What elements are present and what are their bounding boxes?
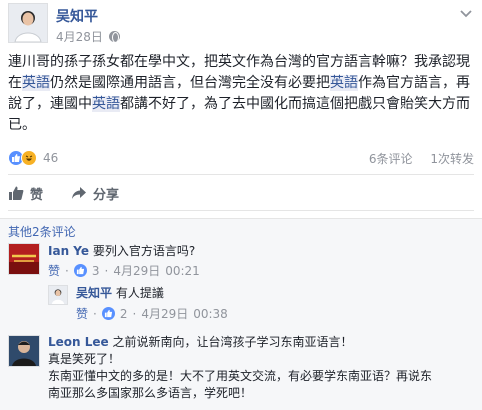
reply-like-button[interactable]: 赞 [76,305,88,322]
like-reaction-icon [101,307,115,320]
comment-body: Leon Lee 之前说新南向，让台湾孩子学习东南亚语言！ 真是笑死了！ 东南亚… [48,334,476,402]
hashtag-link[interactable]: 英語 [22,75,50,91]
like-button[interactable]: 赞 [8,180,43,206]
reply-text: 有人提議 [115,286,164,300]
reply-avatar[interactable] [48,285,68,305]
comment-text-line: 东南亚懂中文的多的是！大不了用英文交流，有必要学东南亚语？再说东 [48,369,433,383]
share-label: 分享 [93,187,120,203]
commenter-avatar[interactable] [8,243,40,275]
comment-date[interactable]: 4月29日 [113,262,160,279]
reply-like-count[interactable]: 2 [120,307,128,321]
author-avatar[interactable] [8,3,48,43]
post-stats: 46 6条评论 1次转发 [8,150,474,170]
chevron-down-icon[interactable] [460,10,472,18]
reply-time: 00:38 [193,306,228,321]
hashtag-link[interactable]: 英語 [92,96,120,112]
post-actions: 赞 分享 [8,180,119,206]
divider [8,210,474,211]
comments-section: 其他2条评论 Ian Ye 要列入官方语言吗? 赞 · 3 · 4月29日 00… [0,218,482,410]
post-text: 連川哥的孫子孫女都在學中文，把英文作為台灣的官方語言幹嘛？我承認現在英語仍然是國… [8,54,470,133]
comment-like-button[interactable]: 赞 [48,262,60,279]
reaction-count: 46 [43,151,59,165]
post-author[interactable]: 吴知平 [56,6,98,26]
comment-like-count[interactable]: 3 [92,264,100,278]
hashtag-link[interactable]: 英語 [330,75,358,91]
divider [8,174,474,175]
reactions-summary[interactable]: 46 [8,150,58,166]
comment-count[interactable]: 6条评论 [369,152,413,166]
reply-body: 吴知平 有人提議 [76,285,164,302]
comment-author[interactable]: Ian Ye [48,244,89,258]
comment-meta: 赞 · 3 · 4月29日 00:21 [48,262,200,279]
comment-time: 00:21 [165,263,200,278]
haha-reaction-icon [21,150,37,166]
reply-date[interactable]: 4月29日 [141,305,188,322]
reply-author[interactable]: 吴知平 [76,286,112,300]
comment-author[interactable]: Leon Lee [48,335,109,349]
thumbs-up-icon [9,186,24,200]
reply-meta: 赞 · 2 · 4月29日 00:38 [76,305,228,322]
commenter-avatar[interactable] [8,335,40,367]
share-button[interactable]: 分享 [71,180,119,206]
more-comments-link[interactable]: 其他2条评论 [8,223,76,240]
comment-text-line: 之前说新南向，让台湾孩子学习东南亚语言！ [112,335,353,349]
like-reaction-icon [73,264,87,277]
comment-text-line: 真是笑死了！ [48,352,121,366]
stats-right: 6条评论 1次转发 [355,150,474,167]
share-arrow-icon [72,187,87,199]
post-date[interactable]: 4月28日 [56,28,103,45]
comment-text-line: 南亚那么多国家那么多语言，学死吧！ [48,386,253,400]
like-label: 赞 [30,187,44,203]
comment-body: Ian Ye 要列入官方语言吗? [48,243,195,260]
post-timestamp[interactable]: 4月28日 [56,28,120,45]
post-card: 吴知平 4月28日 連川哥的孫子孫女都在學中文，把英文作為台灣的官方語言幹嘛？我… [0,0,482,218]
share-count[interactable]: 1次转发 [430,152,474,166]
globe-icon [108,31,120,43]
comment-text: 要列入官方语言吗? [92,244,196,258]
